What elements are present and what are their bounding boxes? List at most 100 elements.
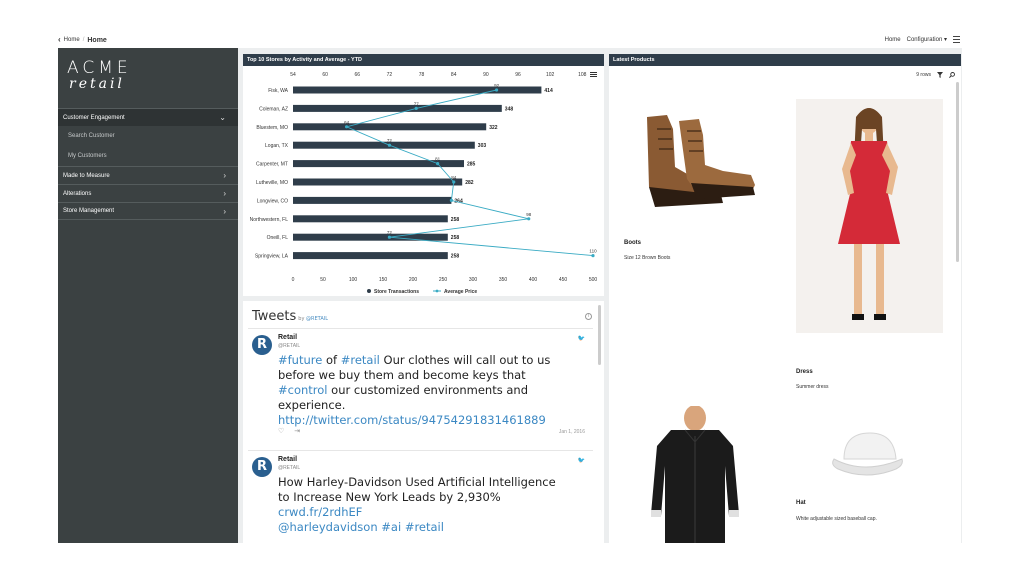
category-label: Fisk, WA <box>268 88 288 94</box>
top-axis-tick-label: 84 <box>451 72 457 78</box>
tweet-author-name[interactable]: Retail <box>278 456 297 463</box>
bar-value-label: 258 <box>451 217 460 223</box>
bar-value-label: 258 <box>451 235 460 241</box>
tweet-text: How Harley-Davidson Used Artificial Inte… <box>278 475 568 535</box>
top-stores-chart-panel: Top 10 Stores by Activity and Average - … <box>243 54 604 296</box>
mention-link[interactable]: @harleydavidson <box>278 520 378 534</box>
configuration-menu[interactable]: Configuration ▾ <box>907 36 947 43</box>
search-icon[interactable] <box>949 72 955 78</box>
boots-image[interactable] <box>627 109 762 214</box>
top-axis-tick-label: 108 <box>578 72 587 78</box>
tweet-item: R Retail @RETAIL 🐦 How Harley-Davidson U… <box>248 450 593 543</box>
hashtag-link[interactable]: #control <box>278 383 328 397</box>
home-link[interactable]: Home <box>885 37 901 43</box>
tweet-author-handle[interactable]: @RETAIL <box>278 465 300 471</box>
rows-count: 9 rows <box>916 72 931 78</box>
bottom-axis-tick-label: 400 <box>529 277 538 283</box>
sidebar-subitem-label: My Customers <box>68 153 107 159</box>
products-panel-title: Latest Products <box>609 54 961 66</box>
sidebar-item-label: Customer Engagement <box>63 114 125 121</box>
bottom-axis-tick-label: 200 <box>409 277 418 283</box>
dress-image[interactable] <box>796 99 943 333</box>
product-name[interactable]: Dress <box>796 369 813 375</box>
bar-value-label: 282 <box>465 180 474 186</box>
sidebar-subitem-my-customers[interactable]: My Customers <box>58 146 238 166</box>
hashtag-link[interactable]: #future <box>278 353 322 367</box>
hat-image[interactable] <box>824 429 909 484</box>
chart-menu-icon-bar <box>590 76 597 77</box>
average-price-point <box>387 143 392 147</box>
products-scrollbar[interactable] <box>956 82 959 262</box>
sidebar-item-customer-engagement[interactable]: Customer Engagement ⌄ <box>58 108 238 126</box>
hashtag-link[interactable]: #ai <box>381 520 401 534</box>
product-description: Summer dress <box>796 384 829 390</box>
top-axis-tick-label: 90 <box>483 72 489 78</box>
bar-value-label: 285 <box>467 162 476 168</box>
tweet-author-handle[interactable]: @RETAIL <box>278 343 300 349</box>
average-price-label: 110 <box>589 249 597 254</box>
average-price-point <box>494 88 499 92</box>
top-axis-tick-label: 96 <box>515 72 521 78</box>
breadcrumb-current: Home <box>87 36 107 44</box>
logo-acme: ACME <box>67 58 132 78</box>
average-price-point <box>414 106 418 110</box>
app-frame: ‹ Home / Home Home Configuration ▾ ACME … <box>58 33 962 543</box>
filter-icon[interactable] <box>937 72 943 78</box>
hashtag-link[interactable]: #retail <box>341 353 380 367</box>
transaction-bar <box>293 104 502 112</box>
shirt-image[interactable] <box>629 406 759 543</box>
sidebar-subitem-search-customer[interactable]: Search Customer <box>58 126 238 146</box>
tweets-title-text: Tweets <box>252 309 297 324</box>
retail-avatar[interactable]: R <box>252 457 272 477</box>
tweet-date: Jan 1, 2016 <box>558 429 585 435</box>
tweet-item: R Retail @RETAIL 🐦 #future of #retail Ou… <box>248 328 593 448</box>
tweet-text-part: How Harley-Davidson Used Artificial Inte… <box>278 475 556 504</box>
twitter-bird-icon: 🐦 <box>577 336 585 342</box>
hamburger-menu-icon[interactable] <box>953 36 960 43</box>
back-arrow-icon[interactable]: ‹ <box>58 36 61 44</box>
chevron-down-icon: ⌄ <box>219 113 226 122</box>
top-axis-tick-label: 54 <box>290 72 296 78</box>
tweets-handle-link[interactable]: @RETAIL <box>306 316 328 322</box>
tweets-title: Tweets by @RETAIL <box>252 309 328 324</box>
sidebar-item-made-to-measure[interactable]: Made to Measure › <box>58 166 238 184</box>
average-price-label: 98 <box>526 212 532 217</box>
twitter-bird-icon: 🐦 <box>577 458 585 464</box>
tweet-url-link[interactable]: http://twitter.com/status/94754291831461… <box>278 413 546 427</box>
category-label: Springview, LA <box>255 254 289 260</box>
category-label: Coleman, AZ <box>259 106 288 112</box>
tweets-by: by <box>298 316 305 322</box>
average-price-point <box>344 125 349 129</box>
average-price-label: 64 <box>344 120 350 125</box>
sidebar-item-store-management[interactable]: Store Management › <box>58 202 238 220</box>
stores-chart: 54 60 66 72 78 84 90 96 102 108 0 50 100 150 200 250 300… <box>250 72 598 295</box>
product-name[interactable]: Boots <box>624 240 641 246</box>
tweet-url-link[interactable]: crwd.fr/2rdhEF <box>278 505 362 519</box>
chart-menu-icon-bar <box>590 72 597 73</box>
average-price-label: 81 <box>435 157 441 162</box>
sidebar-item-label: Store Management <box>63 208 115 214</box>
breadcrumb-home-link[interactable]: Home <box>64 37 80 43</box>
sidebar-item-alterations[interactable]: Alterations › <box>58 184 238 202</box>
bottom-axis-tick-label: 0 <box>292 277 295 283</box>
chart-panel-title: Top 10 Stores by Activity and Average - … <box>243 54 604 66</box>
bottom-axis-tick-label: 350 <box>499 277 508 283</box>
average-price-label: 92 <box>494 83 500 88</box>
share-icon[interactable]: ⇥ <box>294 427 300 435</box>
tweet-author-name[interactable]: Retail <box>278 334 297 341</box>
product-name[interactable]: Hat <box>796 500 806 506</box>
tweet-actions: ♡ ⇥ <box>278 427 300 435</box>
category-label: Logan, TX <box>265 143 289 149</box>
sidebar-nav: Customer Engagement ⌄ Search Customer My… <box>58 108 238 220</box>
chevron-right-icon: › <box>223 206 226 216</box>
hashtag-link[interactable]: #retail <box>405 520 444 534</box>
tweets-scrollbar[interactable] <box>598 305 601 365</box>
average-price-point <box>449 198 453 202</box>
average-price-label: 72 <box>387 138 393 143</box>
heart-icon[interactable]: ♡ <box>278 427 284 435</box>
info-icon[interactable]: i <box>585 313 592 320</box>
top-axis-tick-label: 60 <box>322 72 328 78</box>
average-price-point <box>436 162 440 166</box>
retail-avatar[interactable]: R <box>252 335 272 355</box>
bottom-axis-tick-label: 500 <box>589 277 598 283</box>
